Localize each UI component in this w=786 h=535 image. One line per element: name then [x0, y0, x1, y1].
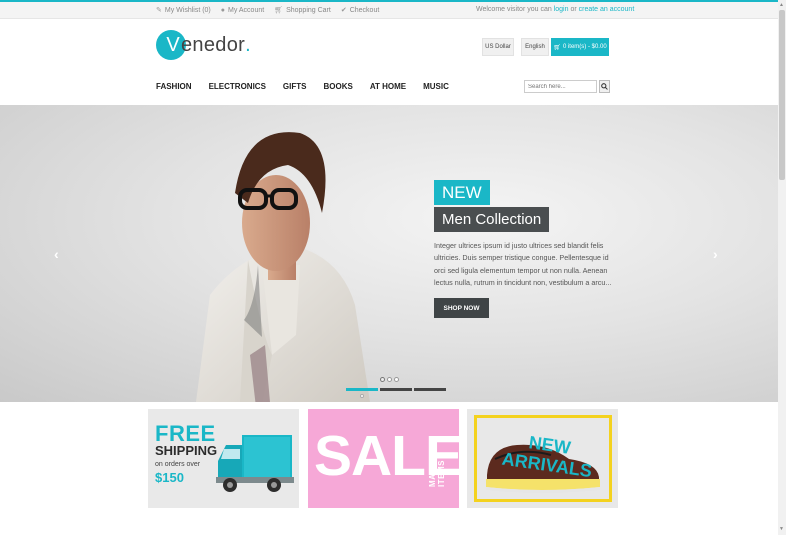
shipping-amount-text: $150 [155, 470, 184, 485]
new-arrivals-banner[interactable]: NEW ARRIVALS [467, 409, 618, 508]
nav-item-music[interactable]: MUSIC [423, 82, 449, 91]
slider-dot-3[interactable] [394, 377, 399, 382]
scrollbar-thumb[interactable] [779, 10, 785, 180]
next-slide-arrow[interactable]: › [713, 246, 718, 262]
cart-button-icon: 🛒︎ [553, 44, 561, 51]
shop-now-button[interactable]: SHOP NOW [434, 298, 489, 318]
welcome-text: Welcome visitor you can login or create … [476, 6, 634, 13]
logo-dot: . [245, 33, 251, 56]
wishlist-label: My Wishlist (0) [164, 6, 211, 14]
checkout-link[interactable]: ✔ Checkout [340, 6, 380, 15]
account-link[interactable]: ● My Account [221, 6, 264, 14]
slider-bar-marker [360, 394, 364, 398]
or-text: or [570, 6, 577, 13]
search-icon [601, 83, 608, 90]
currency-selector[interactable]: US Dollar [482, 38, 514, 56]
pencil-icon: ✎ [156, 7, 162, 14]
nav-item-gifts[interactable]: GIFTS [283, 82, 307, 91]
check-icon: ✔ [340, 7, 347, 14]
nav-item-at-home[interactable]: AT HOME [370, 82, 406, 91]
slider-bar-1[interactable] [346, 388, 378, 391]
cart-link[interactable]: 🛒︎ Shopping Cart [274, 6, 331, 15]
page-scrollbar[interactable]: ▲ ▼ [778, 0, 786, 535]
welcome-prefix: Welcome visitor you can [476, 6, 552, 13]
language-selector[interactable]: English [521, 38, 549, 56]
hero-model-image [196, 132, 370, 402]
login-link[interactable]: login [554, 6, 569, 13]
logo-text: enedor [181, 33, 246, 56]
checkout-label: Checkout [349, 6, 380, 14]
slider-bar-2[interactable] [380, 388, 412, 391]
slider-dots [380, 377, 399, 382]
nav-item-electronics[interactable]: ELECTRONICS [209, 82, 266, 91]
main-nav: FASHION ELECTRONICS GIFTS BOOKS AT HOME … [156, 82, 466, 91]
free-shipping-banner[interactable]: FREE SHIPPING on orders over $150 [148, 409, 299, 508]
sale-many-items-text: MANY ITEMS [428, 460, 446, 487]
cart-icon: 🛒︎ [274, 7, 284, 14]
top-links: ✎ My Wishlist (0) ● My Account 🛒︎ Shoppi… [156, 6, 380, 15]
scroll-up-icon[interactable]: ▲ [779, 2, 784, 8]
truck-icon [216, 435, 294, 492]
hero-title: Men Collection [434, 207, 550, 232]
shipping-condition-text: on orders over [155, 461, 201, 468]
nav-item-books[interactable]: BOOKS [323, 82, 352, 91]
user-icon: ● [220, 6, 225, 14]
sale-banner[interactable]: SALE MANY ITEMS [308, 409, 459, 508]
site-logo[interactable]: V enedor . [156, 28, 251, 62]
cart-button[interactable]: 🛒︎ 0 item(s) - $0.00 [551, 38, 609, 56]
slider-bar-3[interactable] [414, 388, 446, 391]
prev-slide-arrow[interactable]: ‹ [54, 246, 59, 262]
wishlist-link[interactable]: ✎ My Wishlist (0) [156, 6, 211, 15]
hero-slider: ‹ › [0, 105, 780, 402]
account-label: My Account [228, 6, 265, 14]
slider-dot-1[interactable] [380, 377, 385, 382]
hero-description: Integer ultrices ipsum id justo ultrices… [434, 241, 612, 288]
top-bar: ✎ My Wishlist (0) ● My Account 🛒︎ Shoppi… [0, 2, 780, 19]
scroll-down-icon[interactable]: ▼ [779, 526, 784, 532]
search-button[interactable] [599, 80, 610, 93]
hero-tag: NEW [434, 180, 490, 205]
page: ✎ My Wishlist (0) ● My Account 🛒︎ Shoppi… [0, 0, 786, 535]
slider-dot-2[interactable] [387, 377, 392, 382]
create-account-link[interactable]: create an account [579, 6, 635, 13]
search-input[interactable] [524, 80, 597, 93]
slider-progress-bars [346, 388, 446, 391]
nav-item-fashion[interactable]: FASHION [156, 82, 192, 91]
cart-summary: 0 item(s) - $0.00 [562, 44, 607, 50]
shipping-shipping-text: SHIPPING [155, 443, 218, 458]
cart-label: Shopping Cart [286, 6, 331, 14]
